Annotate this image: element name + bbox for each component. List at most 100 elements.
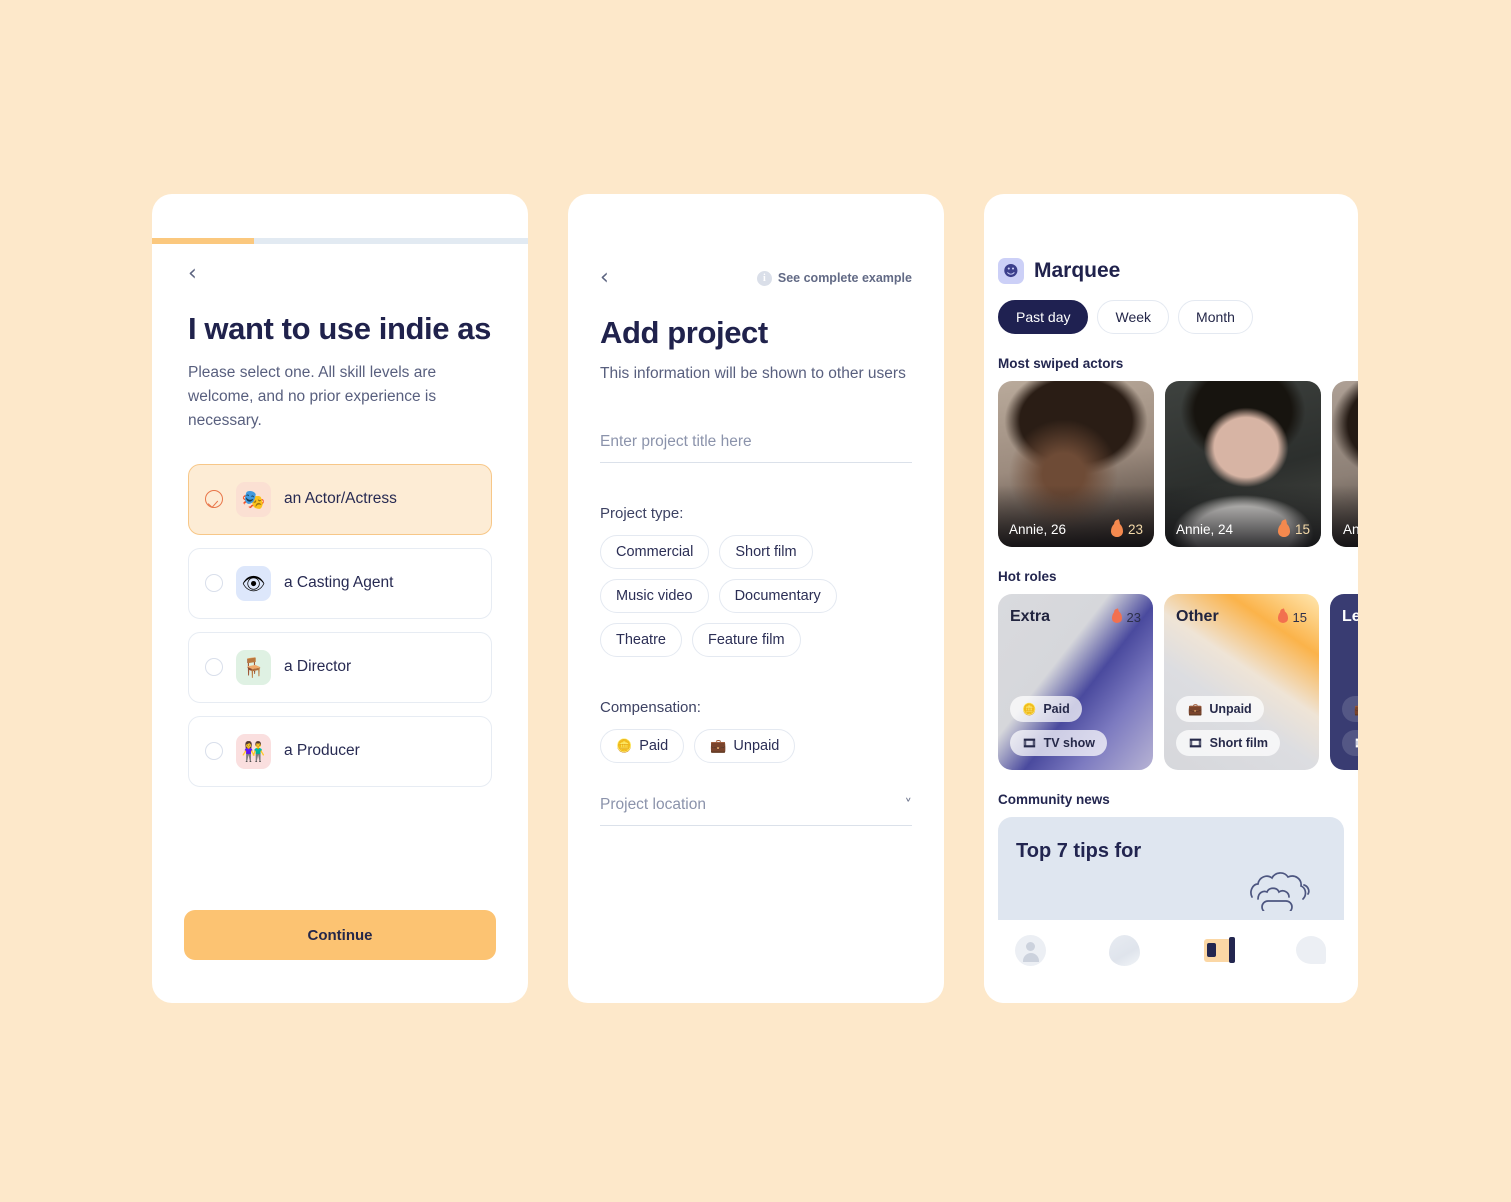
chip-feature-film[interactable]: Feature film: [691, 623, 801, 657]
tab-past-day[interactable]: Past day: [998, 300, 1089, 334]
community-news-heading: Community news: [998, 792, 1110, 807]
coin-icon: 🪙: [616, 738, 633, 754]
chip-theatre[interactable]: Theatre: [600, 623, 682, 657]
role-tags: 💼 Unpaid 🎞 Short film: [1176, 696, 1307, 756]
onboarding-screen: ‹ I want to use indie as Please select o…: [152, 194, 528, 1003]
add-project-body: ‹ i See complete example Add project Thi…: [568, 194, 944, 1003]
continue-button[interactable]: Continue: [184, 910, 496, 960]
person-icon: [1015, 934, 1047, 966]
photo-scrim: [1165, 485, 1321, 547]
add-project-header: ‹ i See complete example: [600, 194, 912, 289]
heat-badge: 15: [1277, 609, 1307, 625]
role-title: Lea: [1342, 608, 1358, 625]
time-range-tabs: Past day Week Month: [998, 300, 1344, 334]
chip-music-video[interactable]: Music video: [600, 579, 709, 613]
heat-count: 15: [1294, 522, 1310, 537]
chip-short-film[interactable]: Short film: [719, 535, 813, 569]
role-tags: 💼 🎞: [1342, 696, 1358, 756]
see-complete-example-link[interactable]: i See complete example: [756, 270, 912, 286]
nav-profile[interactable]: [1013, 932, 1049, 968]
flame-icon: [1111, 611, 1122, 623]
chevron-left-icon[interactable]: ‹: [188, 263, 210, 285]
chip-paid[interactable]: 🪙 Paid: [600, 729, 685, 763]
marquee-body: ☻ Marquee Past day Week Month Most swipe…: [984, 194, 1358, 1003]
film-icon: 🎞: [1022, 736, 1037, 750]
project-location-select[interactable]: Project location ˅: [600, 796, 912, 826]
chip-commercial[interactable]: Commercial: [600, 535, 710, 569]
role-card-other[interactable]: Other 15 💼 Unpaid 🎞 Short film: [1164, 594, 1319, 770]
role-tags: 🪙 Paid 🎞 TV show: [1010, 696, 1141, 756]
role-option-label: a Director: [284, 658, 352, 676]
heat-count: 15: [1292, 609, 1307, 625]
hot-roles-heading: Hot roles: [998, 569, 1057, 584]
role-tag-label: Short film: [1209, 736, 1268, 750]
tab-week[interactable]: Week: [1097, 300, 1170, 334]
nav-news[interactable]: [1200, 932, 1236, 968]
news-title: Top 7 tips for: [1016, 840, 1142, 862]
nav-swipe[interactable]: [1106, 932, 1142, 968]
actor-card[interactable]: Ann: [1332, 381, 1358, 547]
actor-card[interactable]: Annie, 26 23: [998, 381, 1154, 547]
page-subtitle: Please select one. All skill levels are …: [188, 364, 437, 429]
chevron-down-icon: ˅: [904, 796, 913, 814]
role-option-director[interactable]: 🪑 a Director: [188, 631, 492, 703]
nav-messages[interactable]: [1293, 932, 1329, 968]
theater-mask-icon: ☻: [998, 258, 1024, 284]
flame-icon: [1110, 522, 1123, 537]
page-title: Add project: [600, 315, 768, 350]
tab-month[interactable]: Month: [1178, 300, 1253, 334]
role-card-lead[interactable]: Lea 💼 🎞: [1330, 594, 1358, 770]
onboarding-body: ‹ I want to use indie as Please select o…: [152, 244, 528, 1003]
actors-carousel[interactable]: Annie, 26 23 Annie, 24 15 An: [998, 381, 1358, 547]
marquee-screen: ☻ Marquee Past day Week Month Most swipe…: [984, 194, 1358, 1003]
role-option-label: a Producer: [284, 742, 360, 760]
project-type-chip-row: Commercial Short film Music video Docume…: [600, 535, 912, 657]
photo-scrim: [1332, 485, 1358, 547]
role-option-casting-agent[interactable]: 👁 a Casting Agent: [188, 547, 492, 619]
role-tag-label: Unpaid: [1209, 702, 1252, 716]
heat-count: 23: [1126, 609, 1141, 625]
film-icon: 🎞: [1354, 736, 1358, 750]
actor-card[interactable]: Annie, 24 15: [1165, 381, 1321, 547]
film-icon: 🎞: [1188, 736, 1203, 750]
role-card-extra[interactable]: Extra 23 🪙 Paid 🎞 TV show: [998, 594, 1153, 770]
actor-name: Annie, 26: [1009, 522, 1067, 537]
role-tag-label: TV show: [1043, 736, 1096, 750]
chevron-left-icon[interactable]: ‹: [600, 267, 622, 289]
chip-documentary[interactable]: Documentary: [718, 579, 837, 613]
role-tag-label: Paid: [1043, 702, 1070, 716]
project-title-field[interactable]: [600, 433, 912, 463]
heat-badge: 23: [1110, 522, 1143, 537]
role-title: Other: [1176, 608, 1219, 625]
role-option-producer[interactable]: 👫 a Producer: [188, 715, 492, 787]
radio-icon: [205, 574, 223, 593]
role-tag: 🪙 Paid: [1010, 696, 1082, 722]
chat-bubble-icon: [1296, 936, 1327, 964]
project-title-input[interactable]: [600, 433, 912, 451]
chip-unpaid[interactable]: 💼 Unpaid: [694, 729, 796, 763]
role-option-actor[interactable]: 🎭 an Actor/Actress: [188, 463, 492, 535]
role-tag: 💼 Unpaid: [1176, 696, 1264, 722]
compensation-chip-row: 🪙 Paid 💼 Unpaid: [600, 729, 912, 763]
role-tag: 💼: [1342, 696, 1358, 722]
see-complete-example-label: See complete example: [777, 271, 912, 285]
coin-icon: 🪙: [1022, 702, 1037, 716]
role-card-header: Extra 23: [1010, 608, 1141, 626]
actor-card-footer: Annie, 26 23: [1009, 522, 1143, 537]
role-tag: 🎞 TV show: [1010, 730, 1108, 756]
roles-carousel[interactable]: Extra 23 🪙 Paid 🎞 TV show Other 15 💼 Unp…: [998, 594, 1358, 770]
most-swiped-actors-heading: Most swiped actors: [998, 356, 1124, 371]
role-tag: 🎞 Short film: [1176, 730, 1280, 756]
news-card[interactable]: Top 7 tips for: [998, 817, 1344, 937]
compensation-label: Compensation:: [600, 699, 701, 716]
heat-badge: 15: [1277, 522, 1310, 537]
project-location-placeholder: Project location: [600, 796, 706, 813]
role-tag: 🎞: [1342, 730, 1358, 756]
directors-chair-icon: 🪑: [236, 649, 271, 685]
chip-paid-label: Paid: [639, 738, 669, 754]
screens-stage: ‹ I want to use indie as Please select o…: [0, 0, 1511, 1202]
actor-card-footer: Annie, 24 15: [1176, 522, 1310, 537]
app-brand: ☻ Marquee: [998, 194, 1344, 284]
role-option-label: an Actor/Actress: [284, 490, 397, 508]
flame-icon: [1277, 611, 1288, 623]
